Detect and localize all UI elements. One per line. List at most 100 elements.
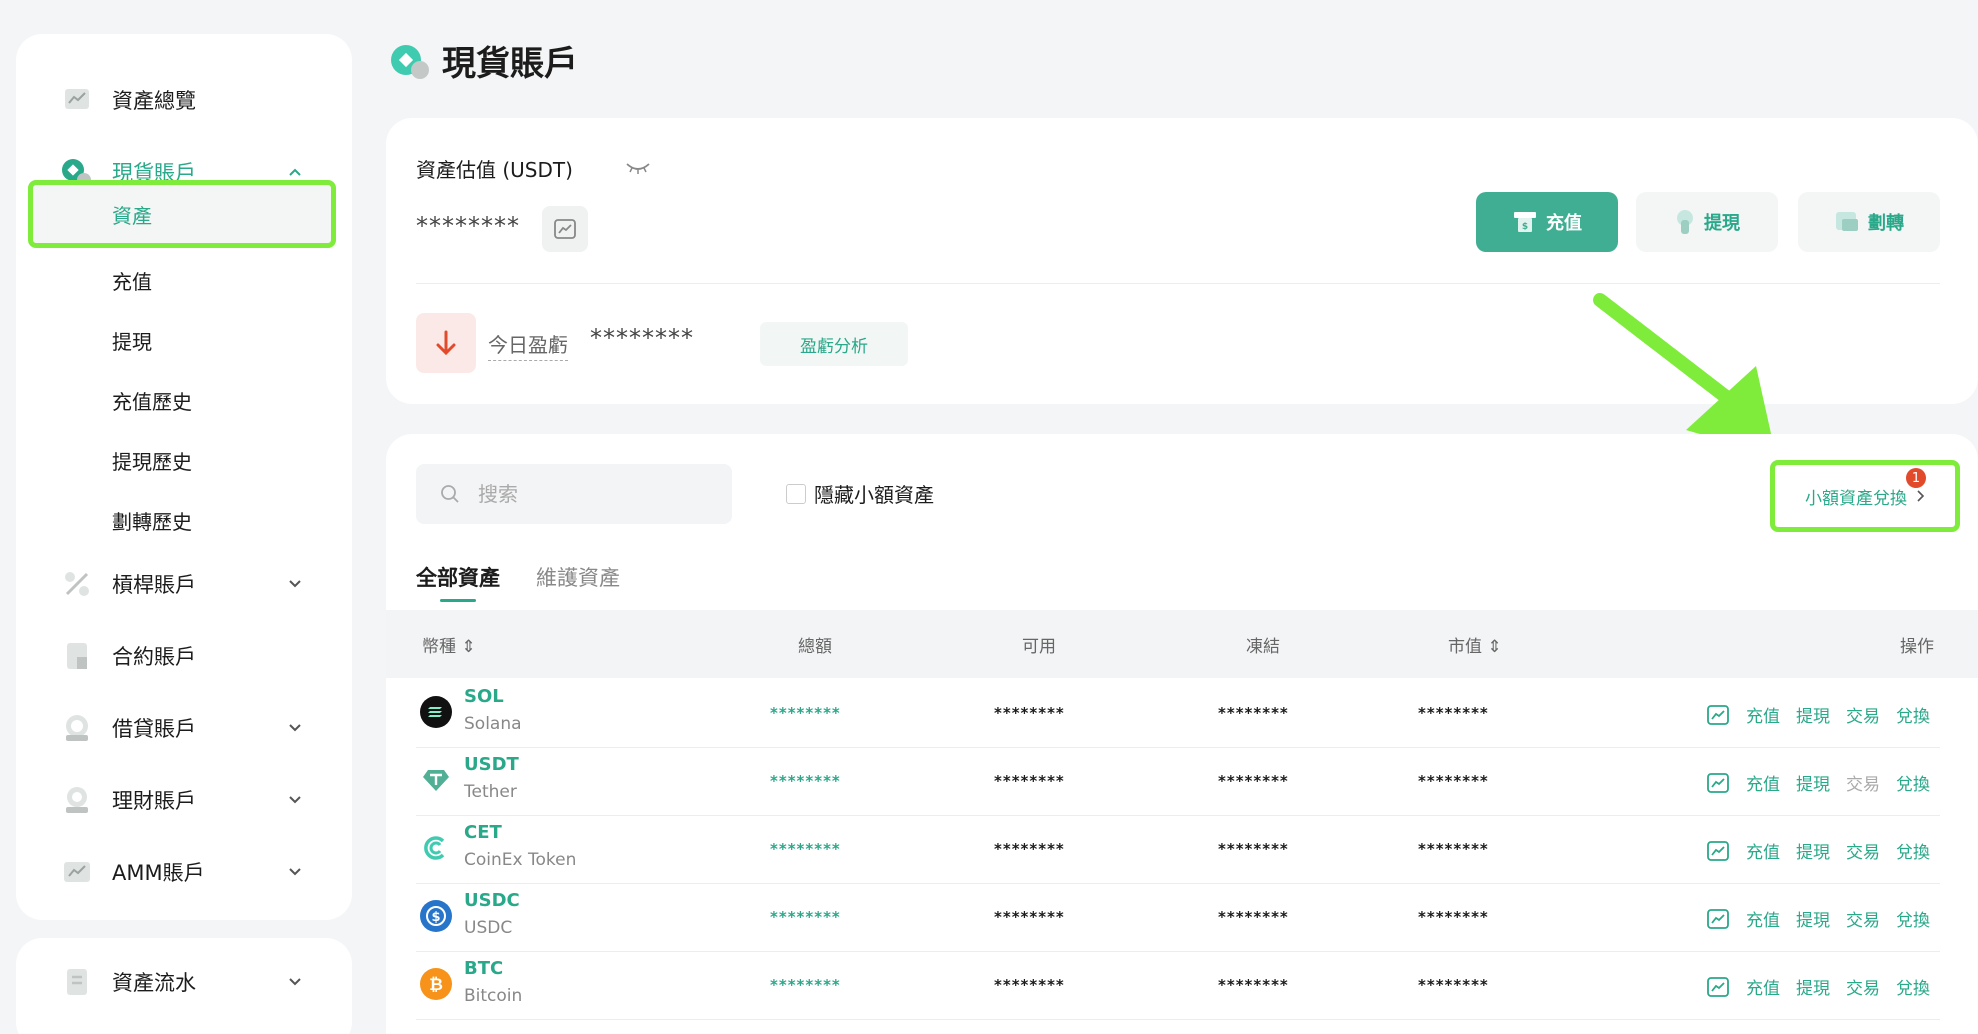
trend-chart-icon[interactable]	[1706, 772, 1730, 794]
convert-link[interactable]: 兌換	[1896, 838, 1930, 863]
svg-text:$: $	[1522, 222, 1528, 232]
trend-chart-icon	[554, 219, 576, 239]
coin-symbol[interactable]: USDT	[464, 754, 519, 775]
pnl-analysis-button[interactable]: 盈虧分析	[760, 322, 908, 366]
chevron-down-icon[interactable]	[288, 975, 302, 989]
sidebar-subitem-label: 充值歷史	[112, 389, 192, 414]
hide-small-label: 隱藏小額資產	[814, 483, 934, 507]
tab-all-assets[interactable]: 全部資產	[416, 562, 500, 592]
sidebar-item-overview[interactable]: 資產總覽	[16, 76, 352, 124]
column-header-coin[interactable]: 幣種 ⇕	[422, 632, 476, 657]
coin-name: CoinEx Token	[464, 850, 577, 870]
table-row: CET CoinEx Token ******** ******** *****…	[416, 816, 1940, 884]
withdraw-link[interactable]: 提現	[1796, 702, 1830, 727]
trend-chart-button[interactable]	[542, 206, 588, 252]
usdc-coin-icon: $	[420, 900, 452, 932]
available-value: ********	[994, 772, 1065, 790]
total-value: ********	[770, 704, 841, 722]
sidebar-subitem-label: 充值	[112, 269, 152, 294]
deposit-link[interactable]: 充值	[1746, 974, 1780, 999]
trend-chart-icon[interactable]	[1706, 704, 1730, 726]
trade-link[interactable]: 交易	[1846, 838, 1880, 863]
trade-link[interactable]: 交易	[1846, 974, 1880, 999]
small-asset-convert-link[interactable]: 小額資產兌換	[1770, 460, 1960, 532]
sidebar-subitem-assets[interactable]: 資產	[28, 180, 336, 248]
trend-chart-icon[interactable]	[1706, 908, 1730, 930]
chevron-down-icon[interactable]	[288, 793, 302, 807]
sidebar: 資產總覽 現貨賬戶 資產 充值 提現 充值歷史 提現歷史 劃轉歷史 槓桿賬戶 合…	[16, 34, 352, 920]
deposit-link[interactable]: 充值	[1746, 838, 1780, 863]
column-header-actions: 操作	[1900, 637, 1934, 657]
row-actions: 充值 提現 交易 兌換	[1706, 702, 1930, 727]
sidebar-item-contract[interactable]: 合約賬戶	[16, 632, 352, 680]
withdraw-link[interactable]: 提現	[1796, 906, 1830, 931]
sidebar-subitem-withdraw-history[interactable]: 提現歷史	[16, 436, 352, 484]
search-input[interactable]	[478, 478, 718, 510]
sidebar-item-label: 槓桿賬戶	[112, 573, 196, 597]
estimated-value-label: 資產估值 (USDT)	[416, 158, 573, 182]
column-header-total: 總額	[798, 637, 832, 657]
notification-badge: 1	[1906, 468, 1926, 488]
convert-link[interactable]: 兌換	[1896, 906, 1930, 931]
available-value: ********	[994, 840, 1065, 858]
withdraw-link[interactable]: 提現	[1796, 974, 1830, 999]
eye-closed-icon[interactable]	[624, 160, 652, 176]
deposit-link[interactable]: 充值	[1746, 906, 1780, 931]
sidebar-subitem-withdraw[interactable]: 提現	[16, 316, 352, 364]
trade-link[interactable]: 交易	[1846, 702, 1880, 727]
coin-symbol[interactable]: BTC	[464, 958, 503, 979]
chevron-right-icon	[1917, 490, 1925, 502]
sidebar-subitem-deposit[interactable]: 充值	[16, 256, 352, 304]
svg-text:₿: ₿	[429, 975, 443, 995]
table-header	[386, 610, 1978, 678]
loan-icon	[60, 711, 94, 745]
available-value: ********	[994, 976, 1065, 994]
convert-link[interactable]: 兌換	[1896, 702, 1930, 727]
sidebar-item-loan[interactable]: 借貸賬戶	[16, 704, 352, 752]
sol-coin-icon	[420, 696, 452, 728]
chevron-down-icon[interactable]	[288, 721, 302, 735]
frozen-value: ********	[1218, 772, 1289, 790]
sidebar-item-amm[interactable]: AMM賬戶	[16, 848, 352, 896]
convert-link[interactable]: 兌換	[1896, 974, 1930, 999]
cet-coin-icon	[420, 832, 452, 864]
deposit-icon: $	[1514, 212, 1536, 232]
sidebar-item-finance[interactable]: 理財賬戶	[16, 776, 352, 824]
withdraw-link[interactable]: 提現	[1796, 838, 1830, 863]
deposit-button[interactable]: $ 充值	[1476, 192, 1618, 252]
svg-text:$: $	[431, 910, 440, 925]
sidebar-item-label: 理財賬戶	[112, 789, 196, 813]
frozen-value: ********	[1218, 908, 1289, 926]
coin-symbol[interactable]: USDC	[464, 890, 520, 911]
market-value: ********	[1418, 704, 1489, 722]
transfer-button[interactable]: 劃轉	[1798, 192, 1940, 252]
withdraw-button[interactable]: 提現	[1636, 192, 1778, 252]
column-header-market-value[interactable]: 市值 ⇕	[1448, 632, 1502, 657]
search-box[interactable]	[416, 464, 732, 524]
hide-small-checkbox[interactable]	[786, 483, 806, 504]
chevron-down-icon[interactable]	[288, 577, 302, 591]
sidebar-item-margin[interactable]: 槓桿賬戶	[16, 560, 352, 608]
market-value: ********	[1418, 908, 1489, 926]
trend-chart-icon[interactable]	[1706, 976, 1730, 998]
sidebar-subitem-transfer-history[interactable]: 劃轉歷史	[16, 496, 352, 544]
chevron-down-icon[interactable]	[288, 865, 302, 879]
total-value: ********	[770, 772, 841, 790]
sidebar-subitem-deposit-history[interactable]: 充值歷史	[16, 376, 352, 424]
deposit-link[interactable]: 充值	[1746, 770, 1780, 795]
tab-maintenance-assets[interactable]: 維護資產	[536, 562, 620, 592]
search-icon	[441, 485, 459, 503]
withdraw-link[interactable]: 提現	[1796, 770, 1830, 795]
trend-chart-icon[interactable]	[1706, 840, 1730, 862]
deposit-link[interactable]: 充值	[1746, 702, 1780, 727]
available-value: ********	[994, 908, 1065, 926]
sidebar-item-label: 合約賬戶	[112, 645, 196, 669]
convert-link[interactable]: 兌換	[1896, 770, 1930, 795]
coin-symbol[interactable]: SOL	[464, 686, 504, 707]
chevron-up-icon[interactable]	[288, 165, 302, 179]
trade-link[interactable]: 交易	[1846, 906, 1880, 931]
coin-name: Tether	[464, 782, 517, 802]
sidebar-item-ledger[interactable]: 資產流水	[16, 958, 352, 1006]
hide-small-assets-toggle[interactable]: 隱藏小額資產	[786, 479, 934, 508]
coin-symbol[interactable]: CET	[464, 822, 502, 843]
